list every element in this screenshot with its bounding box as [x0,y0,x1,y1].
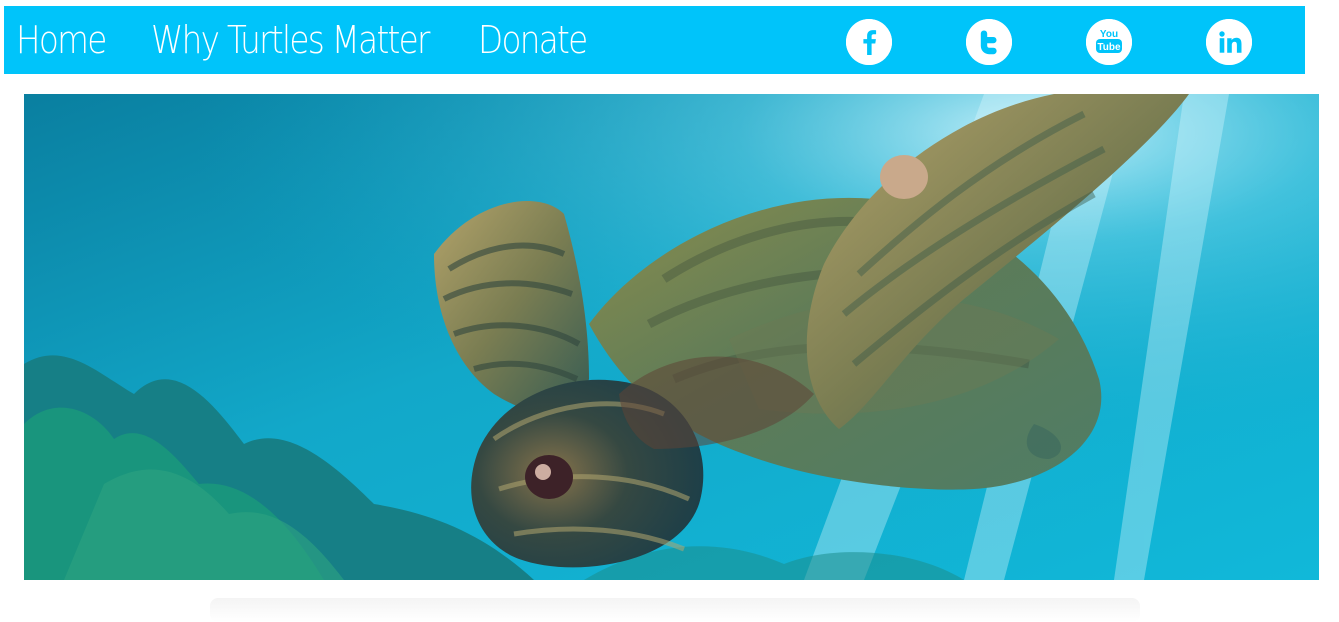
youtube-button[interactable]: You Tube [1086,19,1132,65]
sea-turtle-image [24,94,1319,580]
svg-text:Tube: Tube [1097,42,1121,53]
youtube-icon: You Tube [1086,19,1132,65]
nav-link-home[interactable]: Home [16,18,107,62]
top-navigation-bar: Home Why Turtles Matter Donate You Tube [4,6,1305,74]
hero-turtle-image [24,94,1319,580]
linkedin-button[interactable] [1206,19,1252,65]
nav-link-donate[interactable]: Donate [478,18,588,62]
twitter-button[interactable] [966,19,1012,65]
twitter-icon [966,19,1012,65]
content-card-shadow [210,598,1140,622]
nav-links: Home Why Turtles Matter Donate [16,6,588,74]
linkedin-icon [1206,19,1252,65]
facebook-button[interactable] [846,19,892,65]
svg-text:You: You [1100,29,1118,40]
nav-link-why-turtles-matter[interactable]: Why Turtles Matter [151,18,430,62]
facebook-icon [846,19,892,65]
